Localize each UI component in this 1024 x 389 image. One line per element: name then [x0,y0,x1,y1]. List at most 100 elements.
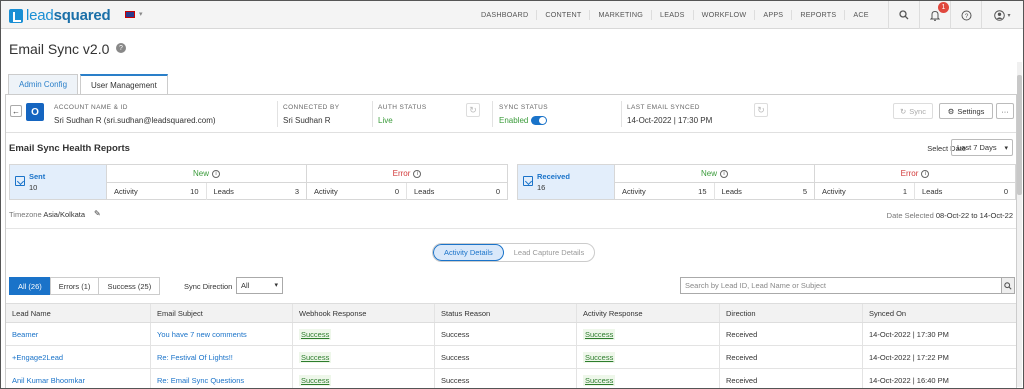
sync-toggle[interactable] [531,116,548,126]
nav-icons: 1 ? ▾ [888,1,1023,29]
settings-button[interactable]: ⚙ Settings [939,103,993,119]
info-icon[interactable]: i [921,169,930,178]
column-header[interactable]: Webhook Response [293,304,435,322]
date-selected: Date Selected 08-Oct-22 to 14-Oct-22 [887,211,1013,220]
sync-button[interactable]: ↻ Sync [893,103,933,119]
leads-label: Leads [721,187,742,196]
stat-cell: Activity 10 [107,183,207,200]
stat-cell: Leads 3 [207,183,307,200]
divider [492,101,493,127]
received-tile[interactable]: Received 16 [518,165,615,199]
nav-leads[interactable]: LEADS [652,10,694,20]
user-avatar-icon[interactable]: ▾ [981,1,1023,29]
last-email-synced-value: 14-Oct-2022 | 17:30 PM [627,116,713,125]
tab-user-management[interactable]: User Management [80,74,168,95]
synced-on: 14-Oct-2022 | 17:30 PM [869,329,949,339]
received-error-header: Error i [815,165,1015,183]
direction: Received [720,346,863,368]
refresh-sync-icon[interactable]: ↻ [754,103,768,117]
info-icon[interactable]: i [413,169,422,178]
logo-text-lead: lead [26,7,54,24]
email-subject-link[interactable]: Re: Festival Of Lights!! [157,353,233,362]
date-selected-label: Date Selected [886,211,934,220]
sent-new-activity: 10 [190,187,199,196]
column-header[interactable]: Lead Name [6,304,151,322]
column-header[interactable]: Synced On [863,304,1016,322]
back-arrow-icon[interactable]: ← [10,105,22,117]
activity-response-link[interactable]: Success [583,328,616,340]
filter-errors[interactable]: Errors (1) [49,277,100,295]
connected-by-label: CONNECTED BY [283,104,340,111]
webhook-response-link[interactable]: Success [299,328,332,340]
leadsquared-logo[interactable]: leadsquared [9,7,111,24]
lead-name-link[interactable]: +Engage2Lead [12,353,63,362]
email-subject-link[interactable]: Re: Email Sync Questions [157,376,244,385]
webhook-response-link[interactable]: Success [299,351,332,363]
edit-pencil-icon[interactable]: ✎ [94,209,101,218]
nav-content[interactable]: CONTENT [537,10,591,20]
synced-on: 14-Oct-2022 | 17:22 PM [869,352,949,362]
date-selected-value: 08-Oct-22 to 14-Oct-22 [935,211,1013,220]
column-header[interactable]: Email Subject [151,304,293,322]
account-info: ACCOUNT NAME & ID Sri Sudhan R (sri.sudh… [54,104,216,125]
scrollbar-thumb[interactable] [1017,75,1022,195]
sync-direction-select[interactable]: All ▾ [236,277,283,294]
search-input[interactable]: Search by Lead ID, Lead Name or Subject [680,277,1002,294]
leads-label: Leads [213,187,234,196]
sent-error-group: Error i Activity 0 Leads 0 [307,165,507,200]
lead-name-link[interactable]: Anil Kumar Bhoomkar [12,376,85,385]
nav-workflow[interactable]: WORKFLOW [694,10,756,20]
info-icon[interactable]: i [720,169,728,178]
sync-status-row: Enabled [499,116,548,126]
lead-name-link[interactable]: Beamer [12,330,38,339]
tab-admin-config[interactable]: Admin Config [8,74,79,94]
sync-icon: ↻ [900,106,907,116]
column-header[interactable]: Status Reason [435,304,577,322]
table-row: Anil Kumar Bhoomkar Re: Email Sync Quest… [6,369,1016,388]
received-label: Received [537,172,570,181]
received-error-activity: 1 [902,187,907,196]
error-label: Error [900,169,919,178]
sync-status: SYNC STATUS Enabled [499,104,548,126]
page-title: Email Sync v2.0 [9,41,110,57]
refresh-auth-icon[interactable]: ↻ [466,103,480,117]
account-header: ← O ACCOUNT NAME & ID Sri Sudhan R (sri.… [6,95,1016,133]
nav-marketing[interactable]: MARKETING [590,10,653,20]
info-icon[interactable]: i [212,169,220,178]
help-icon[interactable]: ? [950,1,981,29]
uk-flag-icon[interactable] [125,11,135,18]
filter-all[interactable]: All (26) [9,277,51,295]
column-header[interactable]: Direction [720,304,863,322]
search-icon[interactable] [1001,277,1015,294]
user-management-panel: ← O ACCOUNT NAME & ID Sri Sudhan R (sri.… [5,94,1017,388]
direction: Received [720,323,863,345]
activity-response-link[interactable]: Success [583,351,616,363]
activity-response-link[interactable]: Success [583,374,616,386]
logo-mark-icon [9,8,23,23]
activity-details-button[interactable]: Activity Details [433,244,504,261]
webhook-response-link[interactable]: Success [299,374,332,386]
more-options-button[interactable]: ··· [996,103,1014,119]
email-subject-link[interactable]: You have 7 new comments [157,330,247,339]
nav-reports[interactable]: REPORTS [792,10,846,20]
chevron-down-icon[interactable]: ▾ [139,10,143,18]
outlook-icon: O [26,103,44,121]
nav-apps[interactable]: APPS [755,10,793,20]
nav-dashboard[interactable]: DASHBOARD [473,10,538,20]
filter-success[interactable]: Success (25) [98,277,161,295]
question-icon[interactable]: ? [116,43,126,53]
nav-ace[interactable]: ACE [845,10,876,20]
sent-tile[interactable]: Sent 10 [10,165,107,199]
search-icon[interactable] [888,1,919,29]
stat-cell: Activity 15 [615,183,715,200]
inbox-icon [15,176,25,186]
bell-icon[interactable]: 1 [919,1,950,29]
sync-log-table: Lead Name Email Subject Webhook Response… [6,303,1016,388]
lead-capture-details-button[interactable]: Lead Capture Details [504,244,594,261]
health-reports-title: Email Sync Health Reports [9,143,130,154]
date-range-select[interactable]: Last 7 Days ▾ [951,139,1013,156]
status-reason: Success [435,346,577,368]
status-reason: Success [435,369,577,388]
main-menu: DASHBOARD CONTENT MARKETING LEADS WORKFL… [473,1,877,29]
column-header[interactable]: Activity Response [577,304,720,322]
